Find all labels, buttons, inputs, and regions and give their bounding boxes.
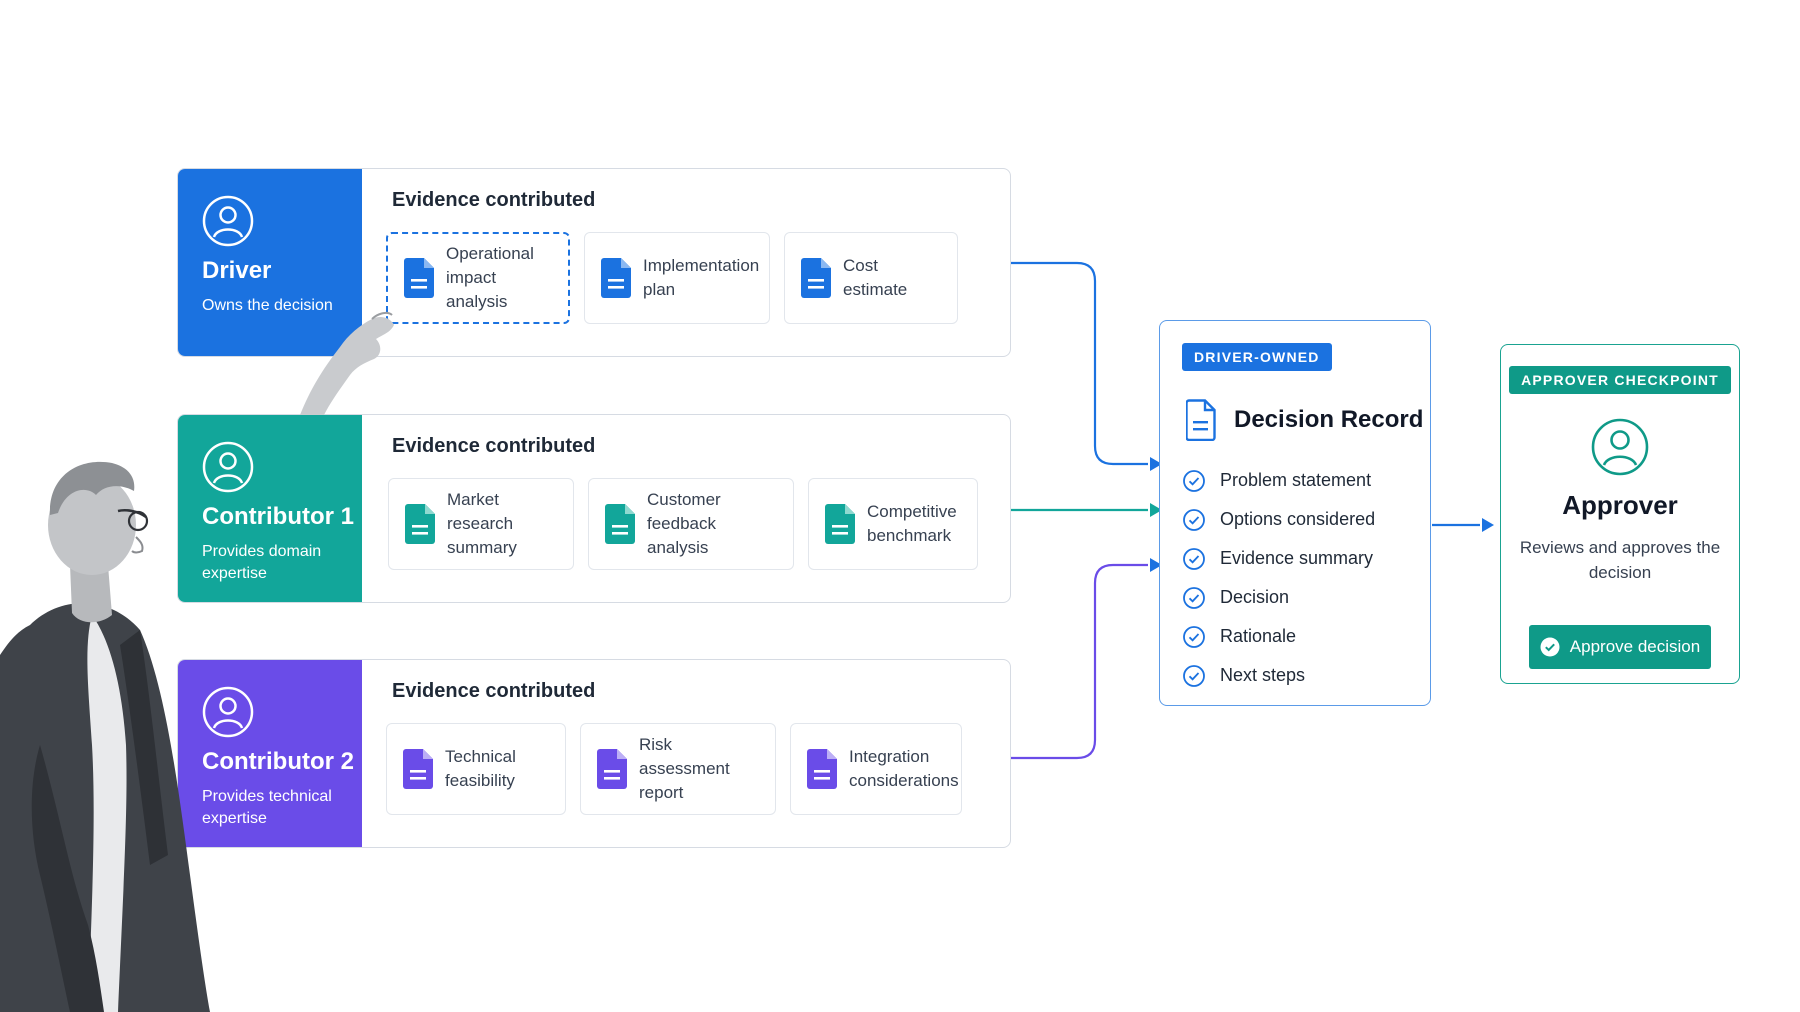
checklist-item: Options considered: [1182, 500, 1430, 539]
document-card[interactable]: Operational impact analysis: [386, 232, 570, 324]
driver-connector: [1011, 261, 1148, 466]
document-card[interactable]: Cost estimate: [784, 232, 958, 324]
check-circle-icon: [1183, 664, 1205, 687]
approval-arrowhead: [1482, 518, 1494, 532]
hand-illustration: [300, 311, 394, 415]
document-label: Cost estimate: [843, 256, 908, 299]
checklist-item: Next steps: [1182, 656, 1430, 695]
person-illustration: [0, 461, 210, 1012]
document-label: Customer feedback analysis: [647, 490, 721, 557]
evidence-panel: Evidence contributed Market research sum…: [362, 415, 1010, 602]
document-icon: [403, 749, 433, 789]
decision-record-title: Decision Record: [1234, 406, 1424, 433]
document-card[interactable]: Risk assessment report: [580, 723, 776, 815]
document-list: Market research summary Customer feedbac…: [388, 478, 1010, 570]
document-icon: [404, 258, 434, 298]
checklist-item-label: Decision: [1220, 587, 1290, 607]
role-title: Driver: [202, 257, 272, 284]
check-circle-icon: [1183, 547, 1205, 570]
document-icon: [597, 749, 627, 789]
checklist-item: Decision: [1182, 578, 1430, 617]
contributor-2-row: Contributor 2 Provides technical experti…: [177, 659, 1011, 848]
person-icon: [202, 195, 254, 247]
approver-subtitle: Reviews and approves the decision: [1519, 538, 1721, 582]
document-list: Operational impact analysis Implementati…: [386, 232, 1010, 324]
evidence-title: Evidence contributed: [392, 435, 596, 457]
document-label: Implementation plan: [643, 256, 760, 299]
document-icon: [807, 749, 837, 789]
decision-flow-diagram: Driver Owns the decision Evidence contri…: [0, 0, 1800, 1012]
contributor-1-row: Contributor 1 Provides domain expertise …: [177, 414, 1011, 603]
contributor-2-connector: [1011, 563, 1148, 760]
check-circle-icon: [1540, 637, 1560, 657]
checklist-item: Problem statement: [1182, 461, 1430, 500]
document-card[interactable]: Implementation plan: [584, 232, 770, 324]
document-label: Market research summary: [447, 490, 517, 557]
document-list: Technical feasibility Risk assessment re…: [386, 723, 1010, 815]
check-circle-icon: [1183, 625, 1205, 648]
checklist-item-label: Problem statement: [1220, 470, 1372, 490]
document-label: Technical feasibility: [445, 747, 516, 790]
decision-record-card: DRIVER-OWNED Decision Record Problem sta…: [1159, 320, 1431, 706]
document-label: Risk assessment report: [639, 735, 730, 802]
approver-checkpoint-badge: APPROVER CHECKPOINT: [1509, 366, 1731, 394]
decision-record-header: Decision Record: [1186, 399, 1430, 441]
checklist-item-label: Next steps: [1220, 665, 1306, 685]
approve-decision-label: Approve decision: [1569, 637, 1701, 656]
check-circle-icon: [1183, 508, 1205, 531]
document-card[interactable]: Technical feasibility: [386, 723, 566, 815]
document-card[interactable]: Market research summary: [388, 478, 574, 570]
document-icon: [601, 258, 631, 298]
checklist-item-label: Evidence summary: [1220, 548, 1374, 568]
document-card[interactable]: Competitive benchmark: [808, 478, 978, 570]
document-icon: [405, 504, 435, 544]
checklist-item-label: Options considered: [1220, 509, 1376, 529]
evidence-title: Evidence contributed: [392, 189, 596, 211]
check-circle-icon: [1183, 586, 1205, 609]
document-label: Competitive benchmark: [867, 502, 957, 545]
document-icon: [825, 504, 855, 544]
evidence-panel: Evidence contributed Technical feasibili…: [362, 660, 1010, 847]
document-icon: [801, 258, 831, 298]
document-label: Operational impact analysis: [446, 244, 534, 311]
driver-owned-badge: DRIVER-OWNED: [1182, 343, 1332, 371]
approver-card: APPROVER CHECKPOINT Approver Reviews and…: [1500, 344, 1740, 684]
checklist-item: Evidence summary: [1182, 539, 1430, 578]
check-circle-icon: [1183, 469, 1205, 492]
document-label: Integration considerations: [849, 747, 959, 790]
checklist-item-label: Rationale: [1220, 626, 1297, 646]
person-icon: [1591, 418, 1649, 476]
checklist-item: Rationale: [1182, 617, 1430, 656]
approve-decision-button[interactable]: Approve decision: [1529, 625, 1711, 669]
document-card[interactable]: Integration considerations: [790, 723, 962, 815]
document-card[interactable]: Customer feedback analysis: [588, 478, 794, 570]
evidence-panel: Evidence contributed Operational impact …: [362, 169, 1010, 356]
decision-record-checklist: Problem statement Options considered Evi…: [1182, 461, 1430, 695]
evidence-title: Evidence contributed: [392, 680, 596, 702]
document-icon: [605, 504, 635, 544]
document-outline-icon: [1186, 399, 1216, 441]
approver-title: Approver: [1562, 490, 1678, 520]
